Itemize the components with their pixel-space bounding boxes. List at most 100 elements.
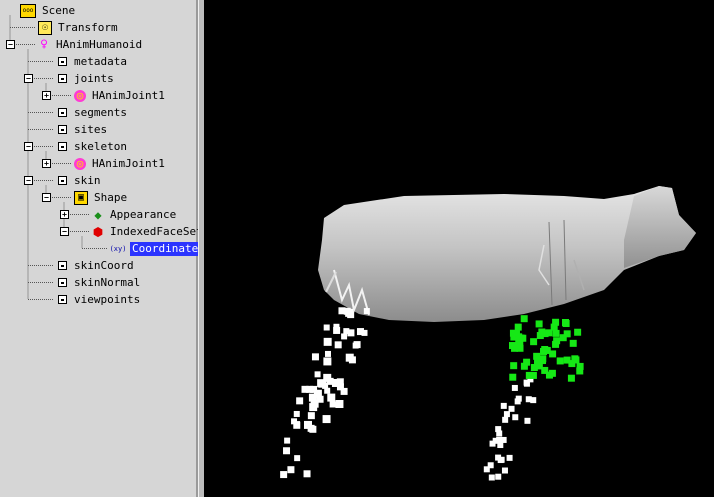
vertex-point	[327, 393, 336, 402]
tree-node-skin[interactable]: skin	[56, 172, 103, 189]
expand-toggle[interactable]: +	[60, 209, 69, 219]
vertex-point	[497, 442, 504, 449]
tree-node-segments[interactable]: segments	[56, 104, 129, 121]
field-icon	[56, 294, 68, 306]
vertex-point	[333, 326, 341, 334]
selected-vertex-point	[514, 323, 522, 331]
tree-node-label: skin	[74, 173, 101, 187]
field-icon	[56, 73, 68, 85]
tree-node-transform[interactable]: ☉ Transform	[38, 19, 120, 36]
collapse-toggle[interactable]: −	[60, 226, 69, 236]
field-icon	[56, 277, 68, 289]
tree-node-label: skeleton	[74, 139, 127, 153]
vertex-point	[488, 474, 495, 481]
tree-node-sites[interactable]: sites	[56, 121, 109, 138]
vertex-points	[280, 307, 537, 481]
selected-vertex-point	[569, 339, 577, 347]
vertex-point	[318, 379, 327, 388]
appearance-icon: ◆	[94, 207, 102, 222]
vertex-point	[296, 397, 304, 405]
vertex-point	[495, 473, 502, 480]
tree-node-label: segments	[74, 105, 127, 119]
collapse-toggle[interactable]: −	[24, 175, 33, 185]
vertex-point	[356, 328, 364, 336]
vertex-point	[307, 412, 315, 420]
tree-node-coordinate[interactable]: (xy) Coordinate	[109, 240, 201, 257]
vertex-point	[508, 405, 515, 412]
selected-vertex-point	[572, 356, 580, 364]
tree-node-appearance[interactable]: ◆ Appearance	[92, 206, 178, 223]
vertex-point	[340, 387, 348, 395]
field-icon	[56, 107, 68, 119]
selected-vertex-point	[530, 338, 538, 346]
field-icon	[56, 124, 68, 136]
vertex-point	[284, 437, 291, 444]
selected-vertex-point	[520, 362, 528, 370]
coordinate-icon: (xy)	[109, 244, 127, 253]
vertex-point	[331, 378, 340, 387]
tree-node-indexed-face-set[interactable]: ⬢ IndexedFaceSet	[92, 223, 205, 240]
vertex-point	[287, 466, 295, 474]
vertex-point	[347, 329, 355, 337]
vertex-point	[323, 357, 332, 366]
expand-toggle[interactable]: +	[42, 158, 51, 168]
collapse-toggle[interactable]: −	[24, 73, 33, 83]
tree-node-metadata[interactable]: metadata	[56, 53, 129, 70]
vertex-point	[280, 471, 288, 479]
tree-node-viewpoints[interactable]: viewpoints	[56, 291, 142, 308]
selected-vertex-point	[533, 352, 541, 360]
collapse-toggle[interactable]: −	[42, 192, 51, 202]
vertex-point	[483, 466, 490, 473]
field-icon	[56, 260, 68, 272]
tree-node-label: HAnimJoint1	[92, 156, 165, 170]
vertex-point	[511, 384, 518, 391]
tree-node-hanim-humanoid[interactable]: ♀ HAnimHumanoid	[38, 36, 144, 53]
tree-node-joints[interactable]: joints	[56, 70, 116, 87]
vertex-point	[353, 341, 361, 349]
vertex-point	[303, 470, 311, 478]
vertex-point	[323, 337, 332, 346]
selected-vertex-point	[556, 357, 564, 365]
transform-icon: ☉	[38, 20, 52, 35]
tree-node-shape[interactable]: ▣ Shape	[74, 189, 129, 206]
collapse-toggle[interactable]: −	[6, 39, 15, 49]
tree-node-scene[interactable]: ooo Scene	[20, 2, 77, 19]
vertex-point	[316, 395, 324, 403]
tree-node-label: Appearance	[110, 207, 177, 221]
vertex-point	[502, 416, 509, 423]
tree-node-skin-coord[interactable]: skinCoord	[56, 257, 136, 274]
vertex-point	[294, 455, 301, 462]
selected-vertex-point	[576, 362, 584, 370]
tree-node-label: Transform	[58, 20, 118, 34]
tree-node-label: skinCoord	[74, 258, 134, 272]
joint-icon: ◎	[74, 157, 86, 170]
selected-vertex-point	[535, 362, 543, 370]
vertex-point	[345, 308, 354, 317]
field-icon	[56, 141, 68, 153]
vertex-point	[524, 417, 531, 424]
tree-node-skeleton[interactable]: skeleton	[56, 138, 129, 155]
tree-node-label: Scene	[42, 3, 76, 17]
selected-vertex-point	[567, 374, 575, 382]
vertex-point	[293, 410, 300, 417]
selected-vertex-point	[525, 371, 533, 379]
vertex-point	[495, 454, 502, 461]
vertex-point	[348, 356, 356, 364]
tree-node-label: HAnimHumanoid	[56, 37, 143, 51]
vertex-point	[530, 397, 537, 404]
vertex-point	[500, 402, 507, 409]
tree-node-hanim-joint1[interactable]: ◎ HAnimJoint1	[74, 87, 167, 104]
expand-toggle[interactable]: +	[42, 90, 51, 100]
3d-scene[interactable]	[204, 0, 714, 497]
vertex-point	[495, 426, 502, 433]
tree-node-label: viewpoints	[74, 292, 141, 306]
vertex-point	[283, 447, 291, 455]
tree-node-hanim-joint1[interactable]: ◎ HAnimJoint1	[74, 155, 167, 172]
collapse-toggle[interactable]: −	[24, 141, 33, 151]
tree-node-skin-normal[interactable]: skinNormal	[56, 274, 142, 291]
vertex-point	[329, 401, 336, 408]
tree-node-label: sites	[74, 122, 108, 136]
3d-viewport[interactable]	[204, 0, 714, 497]
scene-tree-panel: ooo Scene ☉ Transform ♀ HAnimHumanoid − metadat…	[0, 0, 203, 497]
selected-vertex-point	[535, 320, 543, 328]
